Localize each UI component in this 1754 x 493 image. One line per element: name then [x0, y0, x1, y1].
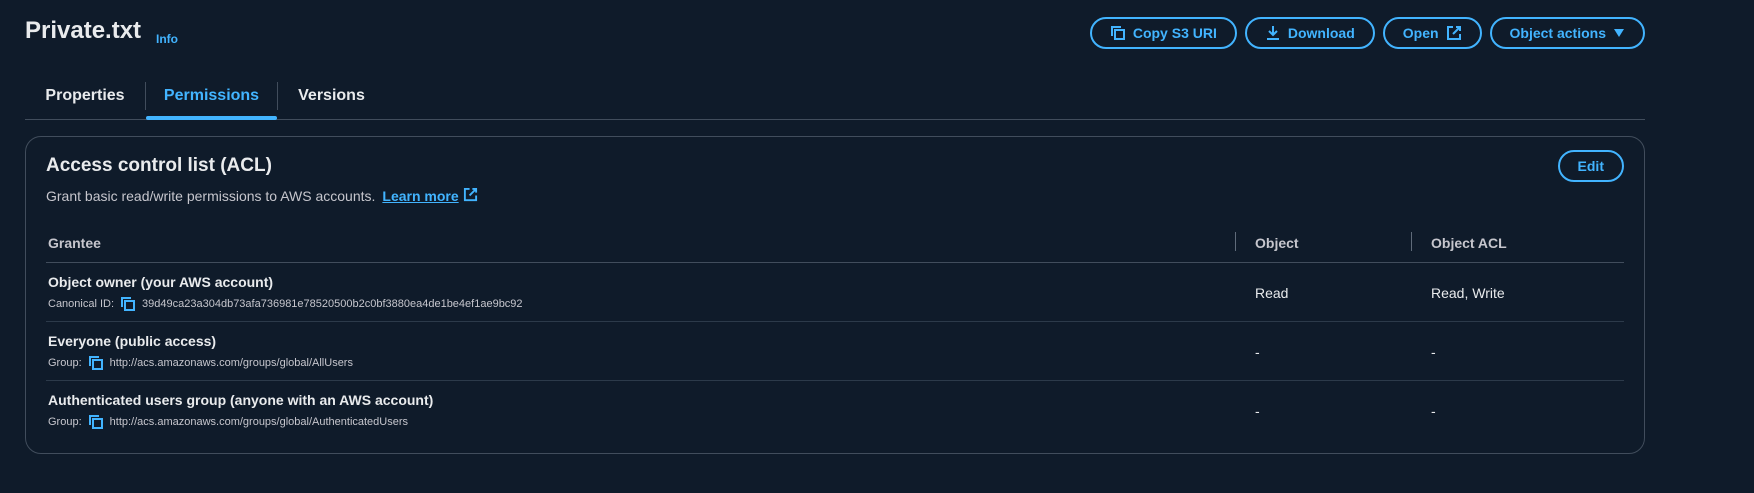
table-row: Object owner (your AWS account) Canonica… [46, 263, 1624, 322]
table-row: Authenticated users group (anyone with a… [46, 381, 1624, 440]
grantee-detail-value: 39d49ca23a304db73afa736981e78520500b2c0b… [142, 298, 523, 310]
grantee-detail-label: Canonical ID: [48, 298, 115, 310]
copy-icon[interactable] [88, 355, 104, 371]
tab-bar: Properties Permissions Versions [25, 72, 1645, 120]
copy-s3-uri-label: Copy S3 URI [1132, 25, 1217, 41]
grantee-name: Everyone (public access) [48, 333, 217, 349]
acl-table: Grantee Object Object ACL Object owner (… [46, 223, 1624, 440]
open-label: Open [1402, 25, 1439, 41]
grantee-detail: Group: http://acs.amazonaws.com/groups/g… [48, 414, 433, 430]
page: Private.txt Info Copy S3 URI Download Op… [0, 0, 1754, 493]
column-divider[interactable] [1235, 232, 1236, 251]
download-icon [1265, 25, 1281, 41]
edit-button[interactable]: Edit [1557, 150, 1624, 182]
column-header-grantee: Grantee [48, 235, 101, 251]
tab-permissions[interactable]: Permissions [146, 72, 277, 120]
grantee-name: Authenticated users group (anyone with a… [48, 392, 434, 408]
acl-description-text: Grant basic read/write permissions to AW… [46, 188, 376, 204]
grantee-cell: Object owner (your AWS account) Canonica… [48, 274, 523, 312]
grantee-detail-value: http://acs.amazonaws.com/groups/global/A… [109, 416, 409, 428]
info-link[interactable]: Info [156, 32, 178, 46]
table-header: Grantee Object Object ACL [46, 223, 1624, 263]
column-divider[interactable] [1411, 232, 1412, 251]
object-actions-label: Object actions [1509, 25, 1606, 41]
column-header-object: Object [1255, 235, 1299, 251]
object-permission: - [1255, 343, 1260, 360]
acl-description: Grant basic read/write permissions to AW… [46, 187, 478, 205]
tab-versions[interactable]: Versions [278, 72, 385, 119]
open-button[interactable]: Open [1382, 17, 1482, 49]
acl-title: Access control list (ACL) [46, 155, 272, 176]
grantee-detail: Group: http://acs.amazonaws.com/groups/g… [48, 355, 353, 371]
object-acl-permission: Read, Write [1431, 284, 1505, 301]
edit-label: Edit [1577, 158, 1604, 174]
page-header: Private.txt Info Copy S3 URI Download Op… [25, 14, 1645, 54]
page-title: Private.txt [25, 17, 142, 44]
grantee-name: Object owner (your AWS account) [48, 274, 274, 290]
grantee-detail: Canonical ID: 39d49ca23a304db73afa736981… [48, 296, 523, 312]
grantee-cell: Authenticated users group (anyone with a… [48, 392, 433, 430]
grantee-cell: Everyone (public access) Group: http://a… [48, 333, 353, 371]
grantee-detail-value: http://acs.amazonaws.com/groups/global/A… [109, 357, 353, 369]
tab-properties[interactable]: Properties [25, 72, 145, 119]
external-link-icon [463, 187, 478, 205]
external-link-icon [1446, 25, 1462, 41]
table-row: Everyone (public access) Group: http://a… [46, 322, 1624, 381]
copy-s3-uri-button[interactable]: Copy S3 URI [1089, 17, 1237, 49]
object-acl-permission: - [1431, 402, 1436, 419]
grantee-detail-label: Group: [48, 357, 82, 369]
object-actions-button[interactable]: Object actions [1489, 17, 1645, 49]
object-permission: - [1255, 402, 1260, 419]
object-permission: Read [1255, 284, 1289, 301]
copy-icon[interactable] [120, 296, 136, 312]
column-header-object-acl: Object ACL [1431, 235, 1507, 251]
copy-icon [1110, 25, 1126, 41]
learn-more-link[interactable]: Learn more [382, 188, 458, 204]
download-button[interactable]: Download [1244, 17, 1375, 49]
copy-icon[interactable] [88, 414, 104, 430]
object-acl-permission: - [1431, 343, 1436, 360]
acl-container: Access control list (ACL) Grant basic re… [25, 136, 1645, 454]
header-actions: Copy S3 URI Download Open Object actions [1089, 17, 1645, 49]
download-label: Download [1287, 25, 1355, 41]
grantee-detail-label: Group: [48, 416, 82, 428]
caret-down-icon [1613, 28, 1625, 38]
